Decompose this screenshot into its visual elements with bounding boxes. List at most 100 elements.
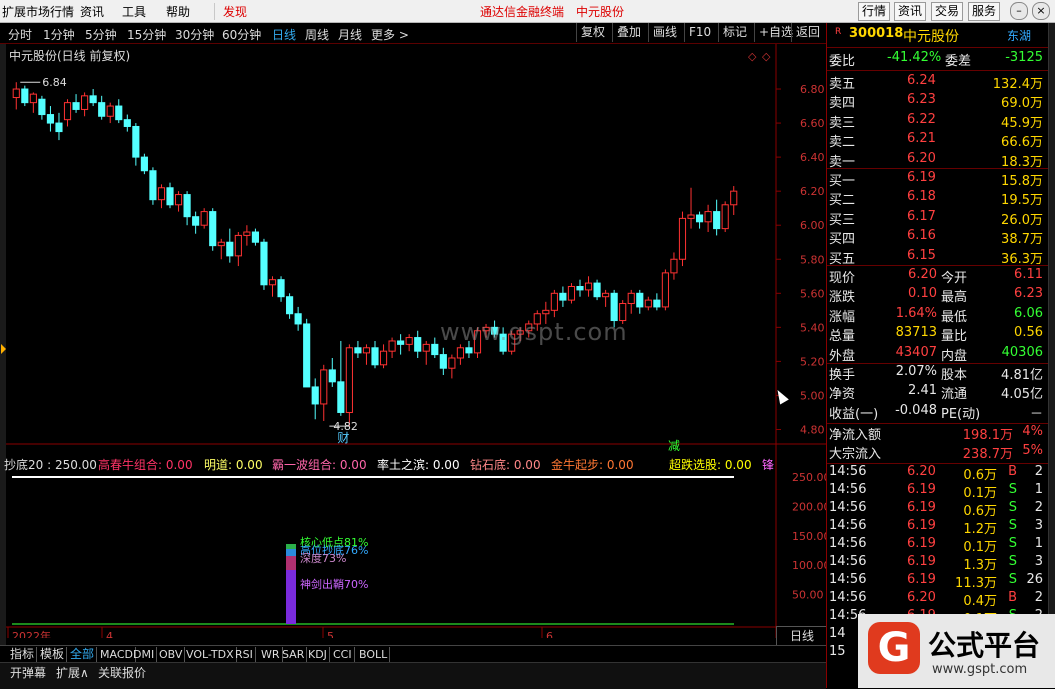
service-button[interactable]: 服务 <box>968 2 1001 21</box>
stat-label: 收益(一) <box>829 406 879 422</box>
tick-price: 6.19 <box>907 554 936 569</box>
candle-body <box>294 313 302 325</box>
candle <box>405 334 413 352</box>
toolbar-button[interactable]: 复权 <box>576 23 609 42</box>
flow-label: 大宗流入 <box>829 447 882 463</box>
stock-name: 中元股份 <box>903 29 959 45</box>
region-tag[interactable]: 东湖 <box>1007 27 1031 44</box>
period-tab[interactable]: 15分钟 <box>127 26 166 43</box>
candle <box>661 269 669 311</box>
tick-count: 1 <box>1034 482 1043 497</box>
candle-body <box>550 292 558 311</box>
candle <box>653 293 661 311</box>
toolbar-button[interactable]: 返回 <box>791 23 824 42</box>
toolbar-button[interactable]: 叠加 <box>612 23 645 42</box>
close-icon[interactable]: × <box>1032 2 1050 20</box>
candle <box>140 153 148 175</box>
candle-body <box>209 211 217 247</box>
menu-discover[interactable]: 发现 <box>214 3 247 20</box>
stat-value: 0.56 <box>1014 325 1043 341</box>
tab-sar[interactable]: SAR <box>280 647 308 662</box>
danmaku-button[interactable]: 开弹幕 <box>10 664 46 681</box>
candle-body <box>89 95 97 104</box>
link-terminal[interactable]: 通达信金融终端 <box>480 3 564 20</box>
period-tab-active[interactable]: 日线 <box>272 26 296 43</box>
period-tab[interactable]: 30分钟 <box>175 26 214 43</box>
webi-row: 委比 -41.42% 委差 -3125 <box>829 50 1049 69</box>
tab-boll[interactable]: BOLL <box>357 647 391 662</box>
tick-side: S <box>1008 482 1017 497</box>
tab-indicator[interactable]: 指标 <box>8 647 38 662</box>
tab-kdj[interactable]: KDJ <box>306 647 330 662</box>
period-tab[interactable]: 周线 <box>305 26 329 43</box>
stat-value: 6.23 <box>1014 286 1043 302</box>
quote-button[interactable]: 行情 <box>858 2 891 21</box>
candle-body <box>602 292 610 298</box>
trade-button[interactable]: 交易 <box>931 2 964 21</box>
tab-rsi[interactable]: RSI <box>233 647 256 662</box>
expand-button[interactable]: 扩展∧ <box>56 664 89 681</box>
marker-cai: 财 <box>337 431 349 445</box>
left-edge-handle[interactable] <box>0 44 6 660</box>
news-button[interactable]: 资讯 <box>894 2 927 21</box>
toolbar-button[interactable]: F10 <box>684 23 715 42</box>
tab-template[interactable]: 模板 <box>38 647 68 662</box>
tab-all[interactable]: 全部 <box>68 647 98 662</box>
kline-chart-area[interactable]: ◇ ◇ 6.80 6.60 6.40 6.20 6.00 5.80 5.60 5.40 5.20 5.… <box>0 44 826 638</box>
scrollbar[interactable] <box>1048 23 1055 688</box>
toolbar-button[interactable]: 标记 <box>718 23 751 42</box>
period-tab[interactable]: 分时 <box>8 26 32 43</box>
indicator-bar-2 <box>286 554 296 570</box>
period-label[interactable]: 日线 <box>776 626 828 646</box>
candle <box>311 378 319 420</box>
tick-volume: 1.2万 <box>963 522 997 537</box>
tab-wr[interactable]: WR <box>259 647 283 662</box>
related-quote-button[interactable]: 关联报价 <box>98 664 146 681</box>
minimize-icon[interactable]: – <box>1010 2 1028 20</box>
candle-body <box>379 350 388 366</box>
flow-value: 198.1万 <box>962 428 1013 443</box>
candle <box>166 182 174 209</box>
period-tab[interactable]: 1分钟 <box>43 26 75 43</box>
tab-obv[interactable]: OBV <box>157 647 186 662</box>
candle <box>721 201 729 233</box>
flow-row: 净流入额 198.1万 4% <box>829 424 1049 443</box>
candle-body <box>140 156 148 172</box>
link-stock-name[interactable]: 中元股份 <box>576 3 624 20</box>
tab-dmi[interactable]: DMI <box>131 647 158 662</box>
kline-chart[interactable]: ◇ ◇ 6.80 6.60 6.40 6.20 6.00 5.80 5.60 5.40 5.20 5.… <box>0 44 826 638</box>
menu-extended-market[interactable]: 扩展市场行情 <box>2 3 74 20</box>
candle <box>123 114 131 132</box>
menu-tools[interactable]: 工具 <box>122 3 146 20</box>
candle <box>704 204 712 233</box>
period-tab[interactable]: 60分钟 <box>222 26 261 43</box>
candle <box>157 184 166 209</box>
indicator-tick-label: 150.00 <box>792 530 826 543</box>
tick-price: 6.19 <box>907 536 936 551</box>
candle <box>63 99 72 127</box>
expand-arrow-icon[interactable] <box>1 344 6 354</box>
candle-body <box>713 211 721 230</box>
indicator-item: 锋 <box>762 458 775 472</box>
divider <box>827 265 1049 266</box>
menu-help[interactable]: 帮助 <box>166 3 190 20</box>
menu-news[interactable]: 资讯 <box>80 3 104 20</box>
candle-body <box>405 337 413 345</box>
candle <box>362 344 371 365</box>
tab-cci[interactable]: CCI <box>331 647 355 662</box>
indicator-tick-label: 50.00 <box>792 589 824 602</box>
period-tab[interactable]: 5分钟 <box>85 26 117 43</box>
tick-side: S <box>1008 536 1017 551</box>
flow-value: 238.7万 <box>962 447 1013 463</box>
candle-body <box>260 241 268 286</box>
toolbar-button[interactable]: 画线 <box>648 23 681 42</box>
bid-row: 买五 6.15 36.3万 <box>829 248 1049 267</box>
stat-label: 净资 <box>829 387 856 403</box>
candle <box>636 289 644 314</box>
period-tab[interactable]: 月线 <box>338 26 362 43</box>
tick-volume: 0.6万 <box>963 504 997 519</box>
ask-row: 卖二 6.21 66.6万 <box>829 131 1049 150</box>
tab-vol-tdx[interactable]: VOL-TDX <box>184 647 237 662</box>
period-more[interactable]: 更多 > <box>371 26 409 43</box>
stat-label: 量比 <box>941 329 968 345</box>
